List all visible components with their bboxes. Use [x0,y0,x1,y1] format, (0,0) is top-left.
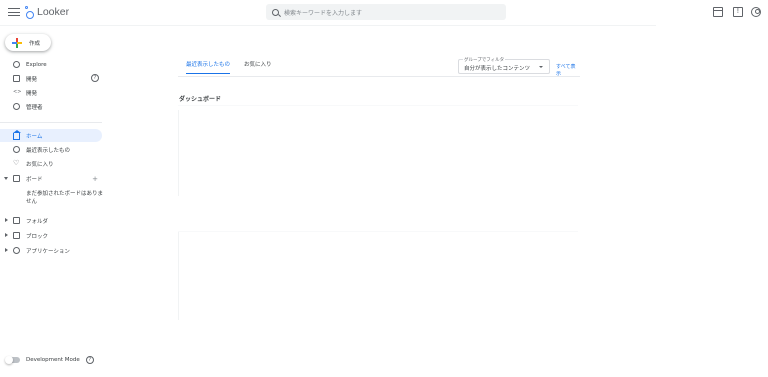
app-name: Looker [37,6,70,18]
group-filter-value: 自分が表示したコンテンツ [464,66,531,72]
develop-icon [13,75,20,82]
looker-logo-icon [25,5,35,19]
top-bar: Looker 検索キーワードを入力します [0,0,768,25]
sidebar-item-applications[interactable]: アプリケーション [0,244,102,257]
group-filter-label: グループでフィルタ [463,57,506,63]
sidebar-item-folders[interactable]: フォルダ [0,214,102,227]
sidebar-item-label: Explore [26,61,47,68]
chevron-right-icon[interactable] [5,218,8,222]
sidebar-divider [0,122,102,123]
sidebar-item-label: ボード [26,176,43,183]
tabs-divider [178,76,580,77]
chevron-right-icon[interactable] [5,248,8,252]
search-bar[interactable]: 検索キーワードを入力します [266,4,506,20]
sidebar-item-label: 開発 [26,76,38,83]
placeholder-divider [178,110,179,196]
sidebar-item-code[interactable]: <> 開発 [0,86,102,99]
plus-icon [12,37,22,48]
account-icon[interactable] [751,7,761,17]
sidebar-item-label: 最近表示したもの [26,147,71,154]
help-circle-icon[interactable]: ? [91,74,99,82]
boards-empty-message: まだ参加されたボードはありません [26,191,104,205]
search-input[interactable]: 検索キーワードを入力します [284,8,362,17]
sidebar-item-label: 管理者 [26,104,43,111]
show-all-link[interactable]: すべて表示 [556,63,580,77]
sidebar-item-favorites[interactable]: ♡ お気に入り [0,157,102,170]
admin-icon [13,103,20,110]
sidebar: 作成 Explore 開発 ? <> 開発 管理者 ホーム 最近表示したもの ♡… [0,26,108,377]
sidebar-item-explore[interactable]: Explore [0,58,102,71]
sidebar-item-home[interactable]: ホーム [0,129,102,142]
sidebar-item-recent[interactable]: 最近表示したもの [0,143,102,156]
blocks-icon [13,232,20,239]
group-filter-select[interactable]: グループでフィルタ 自分が表示したコンテンツ [458,57,550,74]
sidebar-item-develop[interactable]: 開発 ? [0,72,102,85]
sidebar-item-admin[interactable]: 管理者 [0,100,102,113]
sidebar-item-label: ブロック [26,233,49,240]
create-button-label: 作成 [29,40,41,47]
sidebar-item-blocks[interactable]: ブロック [0,229,102,242]
placeholder-divider [178,232,179,320]
folder-icon [13,217,20,224]
sidebar-item-label: ホーム [26,133,43,140]
placeholder-divider [178,231,578,232]
code-icon: <> [13,89,22,95]
create-button[interactable]: 作成 [5,34,51,51]
chevron-right-icon[interactable] [5,233,8,237]
dev-mode-row: Development Mode ? [5,355,94,364]
heart-icon: ♡ [13,158,20,167]
search-icon [272,8,279,16]
section-title: ダッシュボード [179,96,222,103]
main-content: 最近表示したもの お気に入り グループでフィルタ 自分が表示したコンテンツ すべ… [178,26,580,326]
chevron-down-icon[interactable] [4,177,8,180]
clock-icon [13,146,20,153]
content-tabs: 最近表示したもの お気に入り [186,60,286,74]
apps-icon [13,247,20,254]
sidebar-item-label: アプリケーション [26,248,70,255]
dev-mode-label: Development Mode [26,357,80,363]
board-icon [13,175,20,182]
add-board-icon[interactable]: + [92,175,98,183]
marketplace-icon[interactable] [713,7,723,17]
help-icon[interactable] [733,7,743,17]
sidebar-item-label: お気に入り [26,161,54,168]
chevron-down-icon [539,66,543,68]
sidebar-item-label: 開発 [26,90,38,97]
sidebar-item-label: フォルダ [26,218,49,225]
placeholder-divider [178,105,578,106]
home-icon [12,129,21,140]
explore-icon [13,61,20,68]
tab-favorites[interactable]: お気に入り [244,60,272,74]
looker-logo[interactable]: Looker [25,3,69,21]
dev-mode-toggle[interactable] [5,355,20,364]
help-circle-icon[interactable]: ? [85,356,94,364]
sidebar-item-boards[interactable]: ボード + [0,172,102,185]
menu-icon[interactable] [8,6,20,18]
tab-recent[interactable]: 最近表示したもの [186,60,231,74]
